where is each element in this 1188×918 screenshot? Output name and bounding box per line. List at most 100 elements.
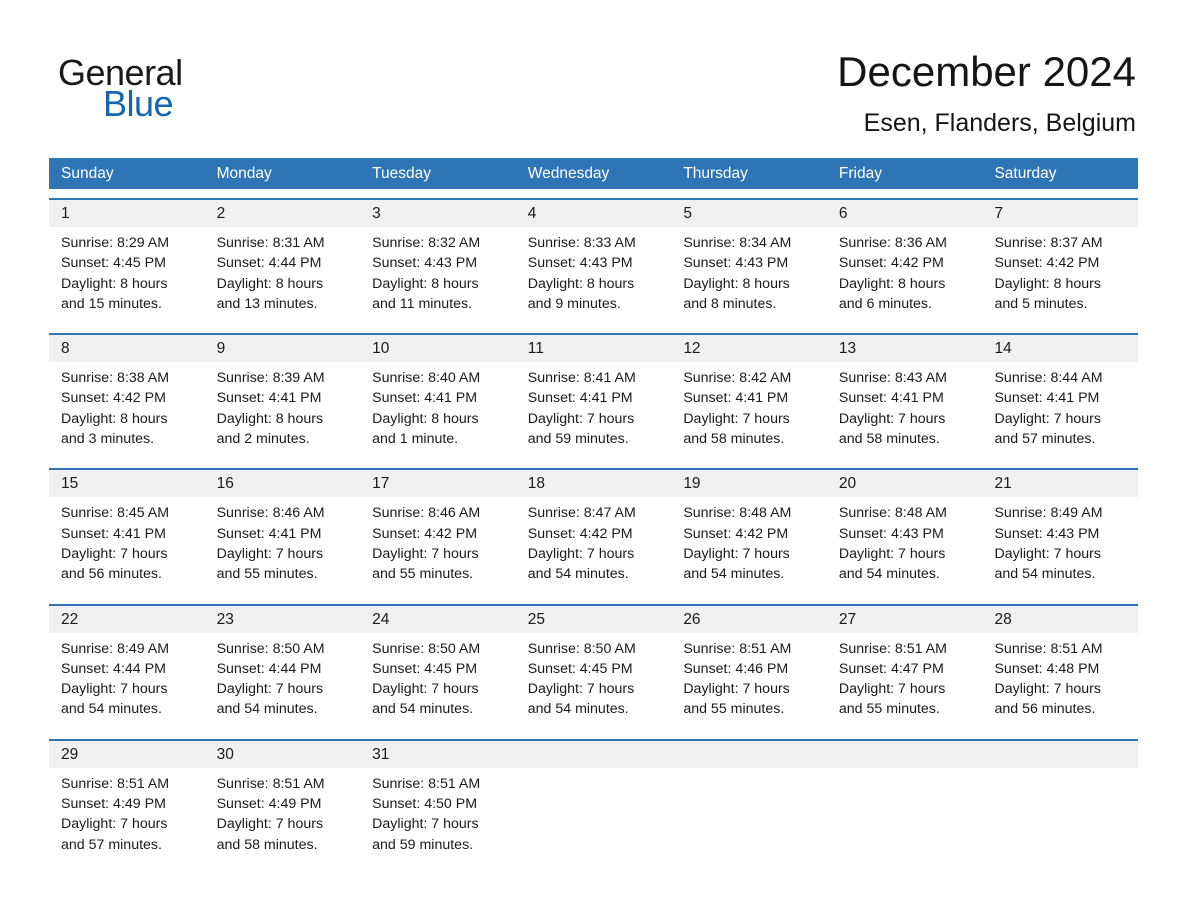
daylight-text-line1: Daylight: 7 hours <box>683 545 790 562</box>
daylight-text-line1: Daylight: 8 hours <box>372 275 479 292</box>
day-cell[interactable]: Sunrise: 8:34 AM Sunset: 4:43 PM Dayligh… <box>671 227 827 324</box>
page-title: December 2024 <box>837 48 1136 95</box>
week-body: Sunrise: 8:49 AM Sunset: 4:44 PM Dayligh… <box>49 633 1138 730</box>
day-cell[interactable]: Sunrise: 8:46 AM Sunset: 4:41 PM Dayligh… <box>205 497 361 594</box>
day-number: 16 <box>216 475 234 493</box>
page-header: General Blue December 2024 Esen, Flander… <box>0 0 1188 148</box>
day-number-band: 29 30 31 <box>49 740 1138 768</box>
logo-text-blue: Blue <box>103 83 174 124</box>
day-cell[interactable]: Sunrise: 8:51 AM Sunset: 4:48 PM Dayligh… <box>982 633 1138 730</box>
sunrise-text: Sunrise: 8:51 AM <box>838 640 947 657</box>
day-cell[interactable]: Sunrise: 8:49 AM Sunset: 4:43 PM Dayligh… <box>982 497 1138 594</box>
daylight-text-line2: and 58 minutes. <box>838 431 940 448</box>
day-cell[interactable]: Sunrise: 8:36 AM Sunset: 4:42 PM Dayligh… <box>827 227 983 324</box>
day-number: 21 <box>994 475 1012 493</box>
day-cell[interactable]: Sunrise: 8:37 AM Sunset: 4:42 PM Dayligh… <box>982 227 1138 324</box>
daylight-text-line1: Daylight: 8 hours <box>372 410 479 427</box>
day-cell[interactable]: Sunrise: 8:51 AM Sunset: 4:46 PM Dayligh… <box>671 633 827 730</box>
day-cell[interactable]: Sunrise: 8:49 AM Sunset: 4:44 PM Dayligh… <box>49 633 205 730</box>
sunset-text: Sunset: 4:49 PM <box>216 796 322 813</box>
daylight-text-line1: Daylight: 7 hours <box>527 545 635 562</box>
general-blue-logo[interactable]: General Blue <box>58 52 298 124</box>
sunset-text: Sunset: 4:45 PM <box>527 660 633 677</box>
sunset-text: Sunset: 4:43 PM <box>372 255 478 272</box>
daylight-text-line2: and 3 minutes. <box>61 431 155 448</box>
daylight-text-line2: and 55 minutes. <box>838 701 940 718</box>
daylight-text-line2: and 57 minutes. <box>994 431 1096 448</box>
daylight-text-line2: and 54 minutes. <box>838 566 940 583</box>
sunrise-text: Sunrise: 8:51 AM <box>994 640 1103 657</box>
day-cell[interactable]: Sunrise: 8:48 AM Sunset: 4:43 PM Dayligh… <box>827 497 983 594</box>
day-number: 1 <box>61 205 70 222</box>
day-cell[interactable]: Sunrise: 8:50 AM Sunset: 4:44 PM Dayligh… <box>205 633 361 730</box>
day-cell[interactable]: Sunrise: 8:51 AM Sunset: 4:49 PM Dayligh… <box>49 768 205 865</box>
day-number: 29 <box>61 745 79 763</box>
daylight-text-line2: and 8 minutes. <box>683 295 777 312</box>
daylight-text-line2: and 13 minutes. <box>216 295 318 312</box>
day-cell[interactable]: Sunrise: 8:51 AM Sunset: 4:49 PM Dayligh… <box>205 768 361 865</box>
title-block: December 2024 Esen, Flanders, Belgium <box>837 48 1136 140</box>
day-cell-empty <box>671 768 827 865</box>
day-cell[interactable]: Sunrise: 8:43 AM Sunset: 4:41 PM Dayligh… <box>827 362 983 459</box>
week-body: Sunrise: 8:45 AM Sunset: 4:41 PM Dayligh… <box>49 497 1138 594</box>
day-cell[interactable]: Sunrise: 8:51 AM Sunset: 4:50 PM Dayligh… <box>360 768 516 865</box>
sunrise-text: Sunrise: 8:36 AM <box>838 235 947 251</box>
daylight-text-line1: Daylight: 8 hours <box>994 275 1101 292</box>
daylight-text-line2: and 5 minutes. <box>994 295 1088 312</box>
sunrise-text: Sunrise: 8:48 AM <box>683 505 792 522</box>
day-cell[interactable]: Sunrise: 8:38 AM Sunset: 4:42 PM Dayligh… <box>49 362 205 459</box>
day-number: 11 <box>527 340 544 358</box>
weekday-header-monday: Monday <box>216 165 272 182</box>
day-number: 18 <box>527 475 545 493</box>
day-cell[interactable]: Sunrise: 8:42 AM Sunset: 4:41 PM Dayligh… <box>671 362 827 459</box>
day-cell[interactable]: Sunrise: 8:50 AM Sunset: 4:45 PM Dayligh… <box>516 633 672 730</box>
daylight-text-line2: and 59 minutes. <box>372 836 474 853</box>
day-number: 23 <box>216 610 234 628</box>
day-cell[interactable]: Sunrise: 8:48 AM Sunset: 4:42 PM Dayligh… <box>671 497 827 594</box>
day-number-empty <box>827 741 983 768</box>
day-number-empty <box>516 741 672 768</box>
sunset-text: Sunset: 4:42 PM <box>527 525 633 542</box>
day-number: 4 <box>527 205 537 222</box>
day-cell[interactable]: Sunrise: 8:45 AM Sunset: 4:41 PM Dayligh… <box>49 497 205 594</box>
day-cell[interactable]: Sunrise: 8:39 AM Sunset: 4:41 PM Dayligh… <box>205 362 361 459</box>
day-cell[interactable]: Sunrise: 8:50 AM Sunset: 4:45 PM Dayligh… <box>360 633 516 730</box>
day-number: 15 <box>61 475 79 493</box>
daylight-text-line1: Daylight: 7 hours <box>372 681 479 698</box>
daylight-text-line1: Daylight: 8 hours <box>527 275 635 292</box>
day-cell[interactable]: Sunrise: 8:41 AM Sunset: 4:41 PM Dayligh… <box>516 362 672 459</box>
sunset-text: Sunset: 4:45 PM <box>61 255 166 272</box>
daylight-text-line1: Daylight: 8 hours <box>838 275 946 292</box>
calendar-table: Sunday Monday Tuesday Wednesday Thursday… <box>49 158 1138 865</box>
daylight-text-line1: Daylight: 7 hours <box>216 545 324 562</box>
sunrise-text: Sunrise: 8:33 AM <box>527 235 636 251</box>
day-cell[interactable]: Sunrise: 8:51 AM Sunset: 4:47 PM Dayligh… <box>827 633 983 730</box>
day-cell[interactable]: Sunrise: 8:46 AM Sunset: 4:42 PM Dayligh… <box>360 497 516 594</box>
location-subtitle: Esen, Flanders, Belgium <box>863 109 1136 138</box>
day-cell[interactable]: Sunrise: 8:31 AM Sunset: 4:44 PM Dayligh… <box>205 227 361 324</box>
day-cell[interactable]: Sunrise: 8:47 AM Sunset: 4:42 PM Dayligh… <box>516 497 672 594</box>
daylight-text-line2: and 11 minutes. <box>372 295 473 312</box>
day-number: 26 <box>683 610 701 628</box>
sunset-text: Sunset: 4:42 PM <box>61 390 166 407</box>
daylight-text-line1: Daylight: 7 hours <box>61 545 168 562</box>
day-cell[interactable]: Sunrise: 8:40 AM Sunset: 4:41 PM Dayligh… <box>360 362 516 459</box>
sunrise-text: Sunrise: 8:50 AM <box>527 640 636 657</box>
day-number: 3 <box>372 205 381 222</box>
day-number: 2 <box>216 205 226 222</box>
daylight-text-line2: and 59 minutes. <box>527 431 629 448</box>
daylight-text-line2: and 58 minutes. <box>683 431 785 448</box>
sunset-text: Sunset: 4:43 PM <box>527 255 633 272</box>
day-cell[interactable]: Sunrise: 8:33 AM Sunset: 4:43 PM Dayligh… <box>516 227 672 324</box>
daylight-text-line1: Daylight: 8 hours <box>683 275 790 292</box>
day-number: 25 <box>527 610 545 628</box>
sunset-text: Sunset: 4:41 PM <box>527 390 633 407</box>
day-number-empty <box>671 741 827 768</box>
day-cell[interactable]: Sunrise: 8:32 AM Sunset: 4:43 PM Dayligh… <box>360 227 516 324</box>
sunrise-text: Sunrise: 8:49 AM <box>61 640 170 657</box>
day-number: 10 <box>372 340 390 358</box>
day-cell[interactable]: Sunrise: 8:29 AM Sunset: 4:45 PM Dayligh… <box>49 227 205 324</box>
sunrise-text: Sunrise: 8:29 AM <box>61 235 170 251</box>
sunset-text: Sunset: 4:45 PM <box>372 660 478 677</box>
day-cell[interactable]: Sunrise: 8:44 AM Sunset: 4:41 PM Dayligh… <box>982 362 1138 459</box>
